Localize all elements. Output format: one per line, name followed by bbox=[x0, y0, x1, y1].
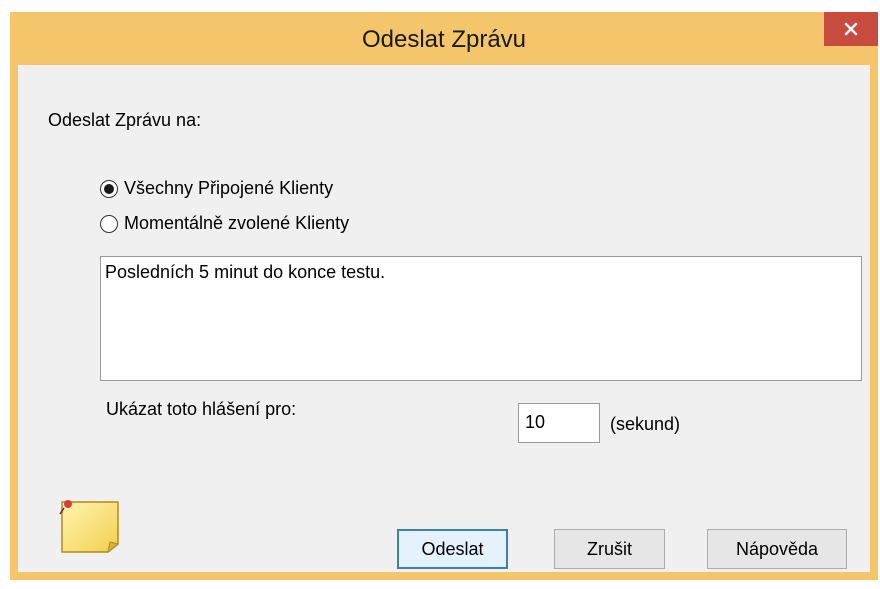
window-border-left bbox=[10, 65, 18, 580]
cancel-button[interactable]: Zrušit bbox=[554, 529, 665, 569]
radio-selected-clients[interactable]: Momentálně zvolené Klienty bbox=[100, 213, 349, 234]
title-bar[interactable]: Odeslat Zprávu bbox=[10, 12, 878, 65]
duration-unit-label: (sekund) bbox=[610, 414, 681, 434]
radio-selected-clients-label: Momentálně zvolené Klienty bbox=[124, 213, 350, 233]
dialog-window: Odeslat Zprávu Odeslat Zprávu na: Všechn… bbox=[10, 12, 878, 580]
close-button[interactable] bbox=[824, 12, 878, 46]
send-to-label: Odeslat Zprávu na: bbox=[48, 110, 202, 130]
sticky-note-icon bbox=[59, 500, 120, 554]
window-border-bottom bbox=[10, 572, 878, 580]
radio-selected-dot bbox=[104, 183, 114, 194]
duration-input[interactable]: 10 bbox=[518, 403, 600, 443]
window-title: Odeslat Zprávu bbox=[361, 26, 527, 53]
duration-label: Ukázat toto hlášení pro: bbox=[106, 399, 297, 419]
radio-button[interactable] bbox=[100, 179, 118, 198]
message-textarea[interactable]: Posledních 5 minut do konce testu. bbox=[100, 256, 862, 381]
help-button[interactable]: Nápověda bbox=[707, 529, 847, 569]
dialog-content: Odeslat Zprávu na: Všechny Připojené Kli… bbox=[18, 65, 870, 572]
radio-all-clients[interactable]: Všechny Připojené Klienty bbox=[100, 178, 333, 199]
send-button[interactable]: Odeslat bbox=[397, 529, 508, 569]
window-border-right bbox=[870, 65, 878, 580]
close-icon bbox=[844, 22, 858, 36]
radio-all-clients-label: Všechny Připojené Klienty bbox=[124, 178, 334, 198]
radio-button[interactable] bbox=[100, 214, 118, 233]
